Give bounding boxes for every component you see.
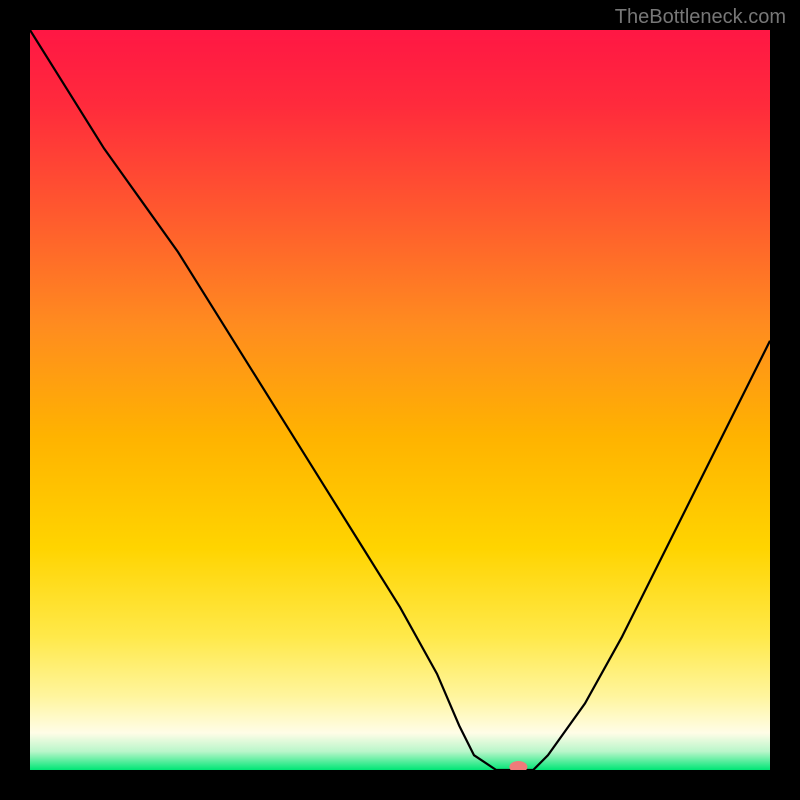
bottleneck-chart	[30, 30, 770, 770]
watermark-text: TheBottleneck.com	[615, 6, 786, 29]
chart-container	[30, 30, 770, 770]
gradient-background	[30, 30, 770, 770]
